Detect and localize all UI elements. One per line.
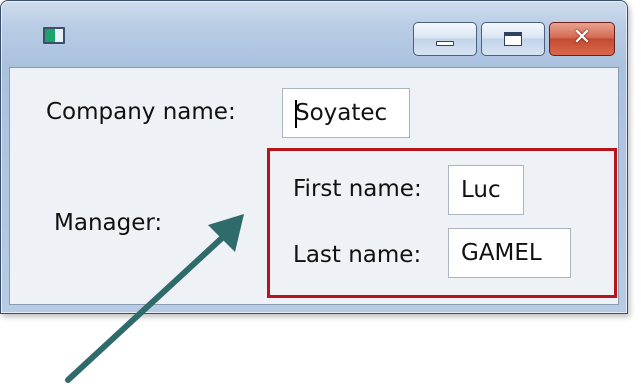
text-caret	[295, 100, 297, 128]
company-name-value: Soyatec	[295, 100, 388, 126]
maximize-button[interactable]	[481, 22, 545, 56]
caption-buttons: ✕	[413, 22, 615, 56]
title-bar[interactable]: ✕	[1, 1, 627, 67]
first-name-field[interactable]: Luc	[448, 165, 524, 215]
screenshot-stage: ✕ Company name: Soyatec Manager: First n…	[0, 0, 641, 386]
company-name-field[interactable]: Soyatec	[282, 88, 410, 138]
last-name-label: Last name:	[293, 242, 422, 268]
window-client-area: Company name: Soyatec Manager: First nam…	[9, 67, 619, 305]
app-window-icon	[43, 27, 65, 44]
manager-label: Manager:	[54, 210, 163, 236]
first-name-value: Luc	[461, 177, 501, 203]
last-name-field[interactable]: GAMEL	[448, 228, 571, 278]
company-name-label: Company name:	[46, 99, 236, 125]
last-name-value: GAMEL	[461, 240, 542, 266]
app-window: ✕ Company name: Soyatec Manager: First n…	[0, 0, 628, 314]
first-name-label: First name:	[293, 176, 422, 202]
close-icon: ✕	[572, 25, 592, 50]
minimize-button[interactable]	[413, 22, 477, 56]
maximize-icon	[504, 32, 522, 46]
close-button[interactable]: ✕	[549, 22, 615, 56]
minimize-icon	[436, 41, 454, 46]
